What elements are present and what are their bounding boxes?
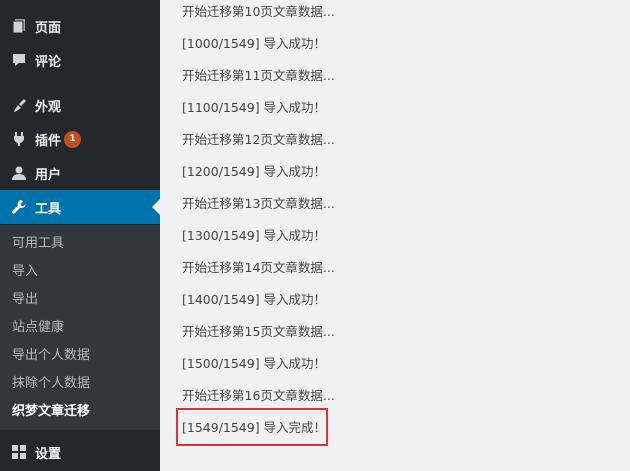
completion-message: [1549/1549] 导入完成！ xyxy=(182,420,327,435)
log-line: [1200/1549] 导入成功！ xyxy=(182,164,327,179)
page-icon xyxy=(9,16,29,36)
migration-log: 开始迁移第10页文章数据... [1000/1549] 导入成功！ 开始迁移第1… xyxy=(160,0,630,471)
submenu-item-dede-migration[interactable]: 织梦文章迁移 xyxy=(12,402,90,422)
sidebar-item-tools[interactable]: 工具 xyxy=(0,190,160,224)
log-line: 开始迁移第11页文章数据... xyxy=(182,68,335,83)
log-line: [1000/1549] 导入成功！ xyxy=(182,36,327,51)
log-line: 开始迁移第12页文章数据... xyxy=(182,132,335,147)
log-line: 开始迁移第16页文章数据... xyxy=(182,388,335,403)
log-line: 开始迁移第10页文章数据... xyxy=(182,4,335,19)
sidebar-item-label: 页面 xyxy=(35,20,62,36)
sidebar-item-comments[interactable]: 评论 xyxy=(0,43,160,77)
sidebar-item-label: 工具 xyxy=(35,201,62,217)
comment-icon xyxy=(9,50,29,70)
sidebar-item-label: 插件 xyxy=(35,133,62,149)
submenu-item-export[interactable]: 导出 xyxy=(12,290,38,310)
submenu-item-available-tools[interactable]: 可用工具 xyxy=(12,234,64,254)
sidebar-item-label: 设置 xyxy=(35,446,62,462)
submenu-item-import[interactable]: 导入 xyxy=(12,262,38,282)
sidebar-item-label: 用户 xyxy=(35,167,62,183)
log-line: 开始迁移第14页文章数据... xyxy=(182,260,335,275)
plugin-icon xyxy=(9,129,29,149)
sidebar-item-plugins[interactable]: 插件 1 xyxy=(0,122,160,156)
admin-sidebar: 页面 评论 外观 插件 1 用户 工具 可用工具 导入 导出 站点健康 导出个人… xyxy=(0,0,160,471)
sidebar-item-label: 评论 xyxy=(35,54,62,70)
brush-icon xyxy=(9,95,29,115)
user-icon xyxy=(9,163,29,183)
log-line: 开始迁移第15页文章数据... xyxy=(182,324,335,339)
sidebar-item-label: 外观 xyxy=(35,99,62,115)
log-line: [1500/1549] 导入成功！ xyxy=(182,356,327,371)
sidebar-item-settings[interactable]: 设置 xyxy=(0,435,160,469)
wrench-icon xyxy=(9,197,29,217)
submenu-item-site-health[interactable]: 站点健康 xyxy=(12,318,64,338)
sidebar-item-appearance[interactable]: 外观 xyxy=(0,88,160,122)
sidebar-item-users[interactable]: 用户 xyxy=(0,156,160,190)
submenu-item-erase-personal-data[interactable]: 抹除个人数据 xyxy=(12,374,90,394)
log-line: [1400/1549] 导入成功！ xyxy=(182,292,327,307)
log-line: [1100/1549] 导入成功！ xyxy=(182,100,327,115)
settings-icon xyxy=(9,442,29,462)
tools-submenu: 可用工具 导入 导出 站点健康 导出个人数据 抹除个人数据 织梦文章迁移 xyxy=(0,225,160,430)
sidebar-item-pages[interactable]: 页面 xyxy=(0,9,160,43)
submenu-item-export-personal-data[interactable]: 导出个人数据 xyxy=(12,346,90,366)
log-line: 开始迁移第13页文章数据... xyxy=(182,196,335,211)
log-line: [1300/1549] 导入成功！ xyxy=(182,228,327,243)
plugin-update-badge: 1 xyxy=(64,130,82,148)
